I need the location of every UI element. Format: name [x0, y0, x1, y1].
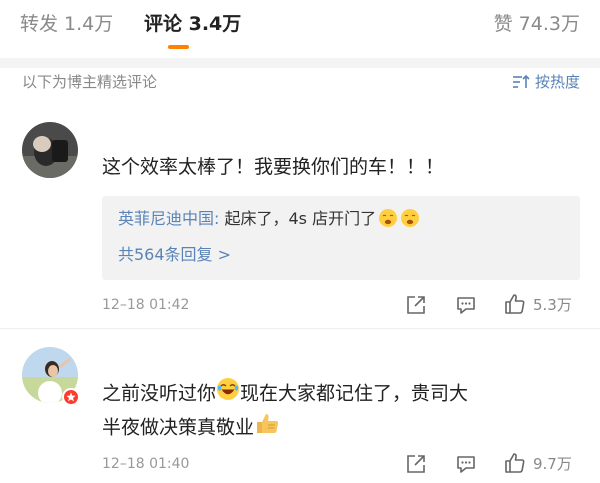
sort-by-popularity-button[interactable]: 按热度 [512, 70, 580, 94]
comment-line-1: 之前没听过你 现在大家都记住了，贵司大 [102, 377, 582, 411]
tab-comments[interactable]: 评论 3.4万 [144, 10, 241, 38]
like-button[interactable]: 5.3万 [503, 292, 572, 316]
share-button[interactable] [405, 294, 427, 316]
like-count: 9.7万 [533, 454, 572, 473]
comment-line-2: 半夜做决策真敬业 [102, 411, 582, 445]
star-icon [66, 392, 76, 402]
verified-badge [62, 388, 80, 406]
comment-icon [455, 453, 477, 475]
section-title: 以下为博主精选评论 [22, 73, 158, 91]
laughing-crying-emoji-icon [216, 377, 240, 411]
thumbs-up-icon [503, 292, 527, 316]
share-icon [405, 453, 427, 475]
tab-likes[interactable]: 赞 74.3万 [494, 10, 580, 38]
reply-preview[interactable]: 英菲尼迪中国: 起床了，4s 店开门了 共564条回复 > [102, 196, 580, 280]
comment-text-part: 现在大家都记住了，贵司大 [240, 382, 469, 405]
tab-reposts[interactable]: 转发 1.4万 [20, 10, 113, 38]
share-icon [405, 294, 427, 316]
reply-button[interactable] [455, 453, 477, 475]
like-button[interactable]: 9.7万 [503, 451, 572, 475]
sleepy-emoji-icon [378, 208, 398, 234]
sleepy-emoji-icon [400, 208, 420, 234]
active-tab-indicator [168, 45, 189, 49]
comment-text: 之前没听过你 现在大家都记住了，贵司大 半夜做决策真敬业 [102, 377, 582, 445]
avatar[interactable] [22, 122, 78, 178]
reply-button[interactable] [455, 294, 477, 316]
comment-divider [0, 328, 600, 329]
tab-bar: 转发 1.4万 评论 3.4万 赞 74.3万 [0, 0, 600, 54]
thumbs-up-emoji-icon [254, 411, 280, 445]
reply-author[interactable]: 英菲尼迪中国: [118, 209, 219, 228]
comment-icon [455, 294, 477, 316]
reply-line: 英菲尼迪中国: 起床了，4s 店开门了 [118, 208, 420, 234]
reply-text: 起床了，4s 店开门了 [219, 209, 377, 228]
comment-text-part: 之前没听过你 [102, 382, 217, 405]
sort-icon [512, 74, 530, 90]
comment-text-part: 半夜做决策真敬业 [102, 416, 255, 439]
like-count: 5.3万 [533, 295, 572, 314]
comment-text: 这个效率太棒了！我要换你们的车！！！ [102, 156, 445, 178]
comment-time: 12–18 01:42 [102, 297, 190, 313]
section-separator [0, 58, 600, 68]
thumbs-up-icon [503, 451, 527, 475]
share-button[interactable] [405, 453, 427, 475]
comment-time: 12–18 01:40 [102, 456, 190, 472]
sort-label: 按热度 [534, 73, 580, 91]
view-replies-link[interactable]: 共564条回复 > [118, 244, 231, 266]
